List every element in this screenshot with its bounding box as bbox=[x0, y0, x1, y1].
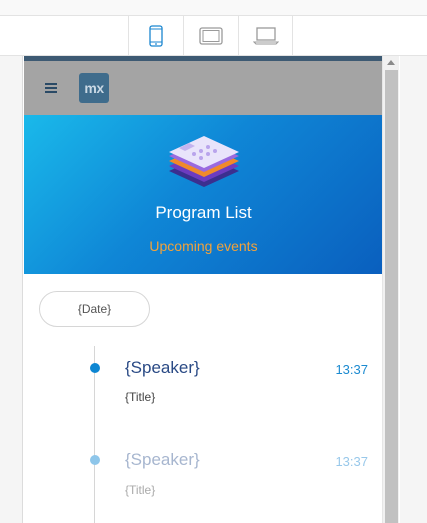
app-preview: mx Program List Upcoming events {Date} {… bbox=[24, 56, 383, 523]
laptop-icon bbox=[252, 27, 279, 45]
event-time: 13:37 bbox=[335, 362, 368, 377]
event-time: 13:37 bbox=[335, 454, 368, 469]
hero-title: Program List bbox=[155, 203, 252, 222]
page-builder-preview: mx Program List Upcoming events {Date} {… bbox=[0, 0, 427, 523]
stacked-layers-icon bbox=[169, 136, 239, 187]
hero-banner: Program List Upcoming events bbox=[24, 115, 383, 274]
event-title: {Title} bbox=[125, 483, 156, 497]
mx-logo: mx bbox=[79, 73, 109, 103]
scroll-up-arrow-icon[interactable] bbox=[387, 60, 395, 65]
toolbar-top-strip bbox=[0, 0, 427, 15]
tablet-view-button[interactable] bbox=[183, 16, 238, 56]
date-pill: {Date} bbox=[39, 291, 150, 327]
scrollbar-thumb[interactable] bbox=[385, 70, 398, 523]
right-gutter bbox=[400, 56, 427, 523]
event-title: {Title} bbox=[125, 390, 156, 404]
event-speaker[interactable]: {Speaker} bbox=[125, 358, 200, 378]
phone-icon bbox=[149, 25, 163, 47]
tablet-icon bbox=[199, 27, 223, 45]
preview-viewport: mx Program List Upcoming events {Date} {… bbox=[22, 56, 400, 523]
laptop-view-button[interactable] bbox=[238, 16, 293, 56]
timeline-dot bbox=[90, 363, 100, 373]
device-toolbar bbox=[0, 15, 427, 56]
timeline-dot bbox=[90, 455, 100, 465]
phone-view-button[interactable] bbox=[128, 16, 183, 56]
app-header: mx bbox=[24, 61, 383, 115]
event-speaker[interactable]: {Speaker} bbox=[125, 450, 200, 470]
hero-subtitle: Upcoming events bbox=[149, 238, 258, 254]
vertical-scrollbar[interactable] bbox=[382, 56, 399, 523]
hamburger-menu-icon[interactable] bbox=[45, 83, 57, 95]
